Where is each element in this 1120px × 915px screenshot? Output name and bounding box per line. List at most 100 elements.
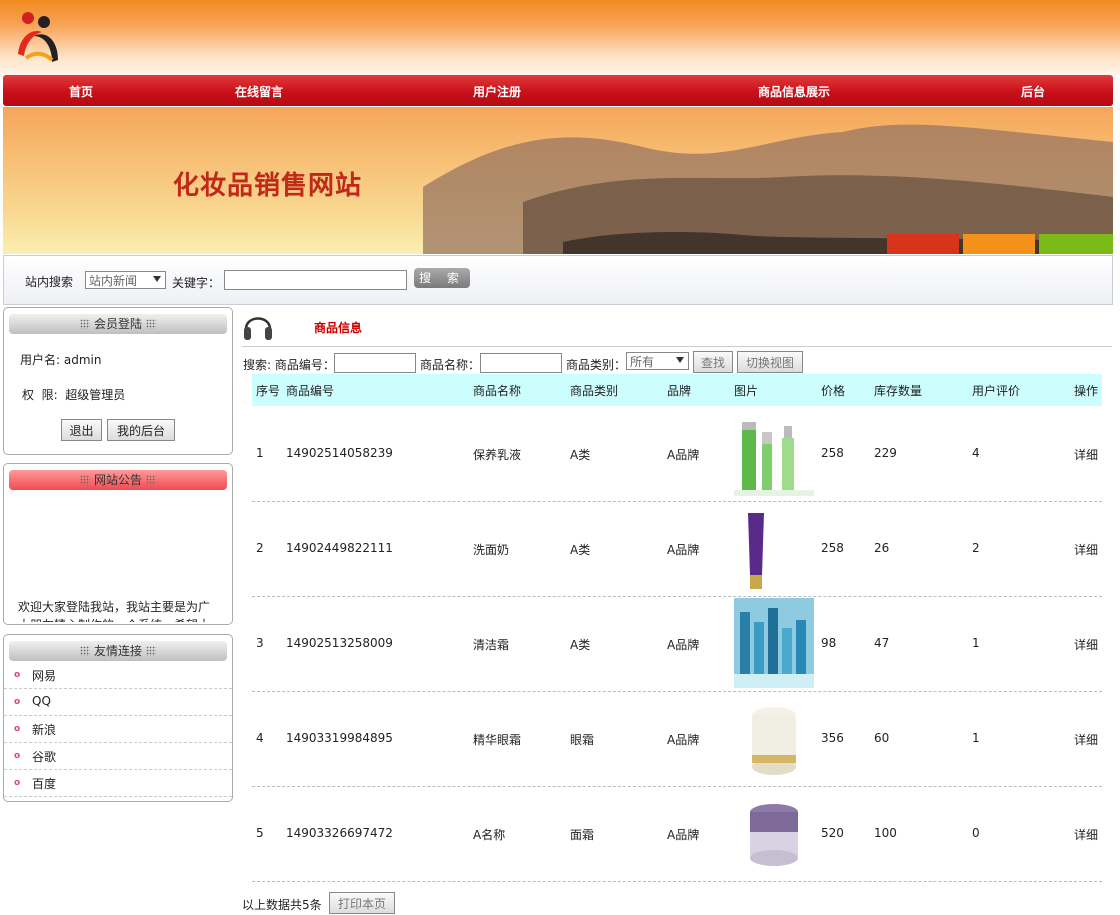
switch-view-button[interactable]: 切换视图 (737, 351, 803, 373)
find-button[interactable]: 查找 (693, 351, 733, 373)
cell-rating: 0 (972, 826, 980, 840)
cell-category: 面霜 (570, 828, 595, 842)
cell-name: 保养乳液 (473, 448, 522, 462)
links-panel-title-text: 友情连接 (93, 644, 142, 658)
page-title: 商品信息 (314, 321, 363, 335)
col-header: 商品名称 (473, 384, 522, 398)
col-header: 操作 (1074, 384, 1099, 398)
nav-message[interactable]: 在线留言 (235, 83, 283, 100)
print-button[interactable]: 打印本页 (329, 892, 395, 914)
cell-price: 520 (821, 826, 844, 840)
cell-category: A类 (570, 638, 591, 652)
cell-code: 14902514058239 (286, 446, 393, 460)
divider (242, 346, 1112, 347)
cell-category: A类 (570, 448, 591, 462)
link-item[interactable]: o 百度 (4, 770, 232, 797)
username-text: 用户名: admin (20, 353, 102, 367)
main-nav: 首页 在线留言 用户注册 商品信息展示 后台 (3, 75, 1113, 106)
cell-rating: 1 (972, 636, 980, 650)
category-value: 所有 (630, 355, 655, 369)
detail-link[interactable]: 详细 (1074, 731, 1098, 748)
search-scope-select[interactable]: 站内新闻 (85, 271, 166, 289)
col-header: 商品类别 (570, 384, 619, 398)
login-panel: 会员登陆 用户名: admin 权 限: 超级管理员 退出 我的后台 (3, 307, 233, 455)
my-admin-button[interactable]: 我的后台 (107, 419, 175, 441)
cell-category: A类 (570, 543, 591, 557)
cell-brand: A品牌 (667, 638, 700, 652)
detail-link[interactable]: 详细 (1074, 446, 1098, 463)
link-item[interactable]: o QQ (4, 689, 232, 716)
link-label[interactable]: 网易 (32, 667, 56, 684)
nav-products[interactable]: 商品信息展示 (758, 83, 830, 100)
col-header: 库存数量 (874, 384, 923, 398)
cell-name: A名称 (473, 828, 506, 842)
col-header: 用户评价 (972, 384, 1021, 398)
product-name-label: 商品名称： (420, 358, 481, 372)
notice-panel-title: 网站公告 (9, 470, 227, 490)
cell-stock: 229 (874, 446, 897, 460)
cell-rating: 2 (972, 541, 980, 555)
table-row: 3 14902513258009 清洁霜 A类 A品牌 98 47 1 详细 (252, 596, 1102, 692)
category-label: 商品类别： (566, 358, 627, 372)
bullet-icon: o (14, 697, 21, 707)
cell-stock: 60 (874, 731, 890, 745)
bullet-icon: o (14, 778, 21, 788)
link-item[interactable]: o 新浪 (4, 716, 232, 743)
banner-landscape (3, 107, 1113, 254)
link-label[interactable]: 百度 (32, 775, 56, 792)
search-code-label: 搜索: 商品编号： (243, 358, 335, 372)
cell-rating: 4 (972, 446, 980, 460)
record-count: 以上数据共5条 (242, 898, 322, 912)
link-item[interactable]: o 谷歌 (4, 743, 232, 770)
link-item[interactable]: o 网易 (4, 662, 232, 689)
headphones-icon (244, 317, 272, 340)
link-label[interactable]: QQ (32, 694, 51, 708)
header (0, 0, 1120, 75)
detail-link[interactable]: 详细 (1074, 636, 1098, 653)
cell-price: 258 (821, 541, 844, 555)
product-image[interactable] (734, 503, 814, 593)
links-panel-title: 友情连接 (9, 641, 227, 661)
cell-brand: A品牌 (667, 828, 700, 842)
login-panel-title: 会员登陆 (9, 314, 227, 334)
table-row: 5 14903326697472 A名称 面霜 A品牌 520 100 0 详细 (252, 786, 1102, 882)
col-header: 图片 (734, 384, 759, 398)
cell-category: 眼霜 (570, 733, 595, 747)
search-button[interactable]: 搜 索 (414, 268, 470, 288)
product-image[interactable] (734, 408, 814, 498)
nav-register[interactable]: 用户注册 (473, 83, 521, 100)
cell-no: 3 (256, 636, 264, 650)
col-header: 商品编号 (286, 384, 335, 398)
product-code-input[interactable] (334, 353, 416, 373)
product-image[interactable] (734, 788, 814, 878)
product-image[interactable] (734, 598, 814, 688)
logout-button[interactable]: 退出 (61, 419, 102, 441)
col-header: 序号 (256, 384, 281, 398)
keyword-label: 关键字： (172, 276, 221, 290)
detail-link[interactable]: 详细 (1074, 826, 1098, 843)
detail-link[interactable]: 详细 (1074, 541, 1098, 558)
notice-text: 欢迎大家登陆我站，我站主要是为广大朋友精心制作的一个系统，希望大家喜欢 (18, 600, 211, 622)
nav-home[interactable]: 首页 (69, 83, 93, 100)
product-image[interactable] (734, 693, 814, 783)
cell-brand: A品牌 (667, 733, 700, 747)
keyword-input[interactable] (224, 270, 407, 290)
nav-admin[interactable]: 后台 (1021, 83, 1045, 100)
cell-code: 14902449822111 (286, 541, 393, 555)
link-label[interactable]: 新浪 (32, 721, 56, 738)
cell-no: 5 (256, 826, 264, 840)
col-header: 价格 (821, 384, 846, 398)
product-name-input[interactable] (480, 353, 562, 373)
cell-code: 14903326697472 (286, 826, 393, 840)
cell-stock: 47 (874, 636, 890, 650)
link-label[interactable]: 谷歌 (32, 748, 56, 765)
bullet-icon: o (14, 670, 21, 680)
role-text: 权 限: 超级管理员 (22, 388, 126, 402)
banner: 化妆品销售网站 (3, 107, 1113, 254)
category-select[interactable]: 所有 (626, 352, 689, 370)
cell-stock: 26 (874, 541, 890, 555)
cell-code: 14903319984895 (286, 731, 393, 745)
banner-title: 化妆品销售网站 (173, 171, 363, 201)
notice-panel: 网站公告 欢迎大家登陆我站，我站主要是为广大朋友精心制作的一个系统，希望大家喜欢 (3, 463, 233, 625)
cell-no: 2 (256, 541, 264, 555)
